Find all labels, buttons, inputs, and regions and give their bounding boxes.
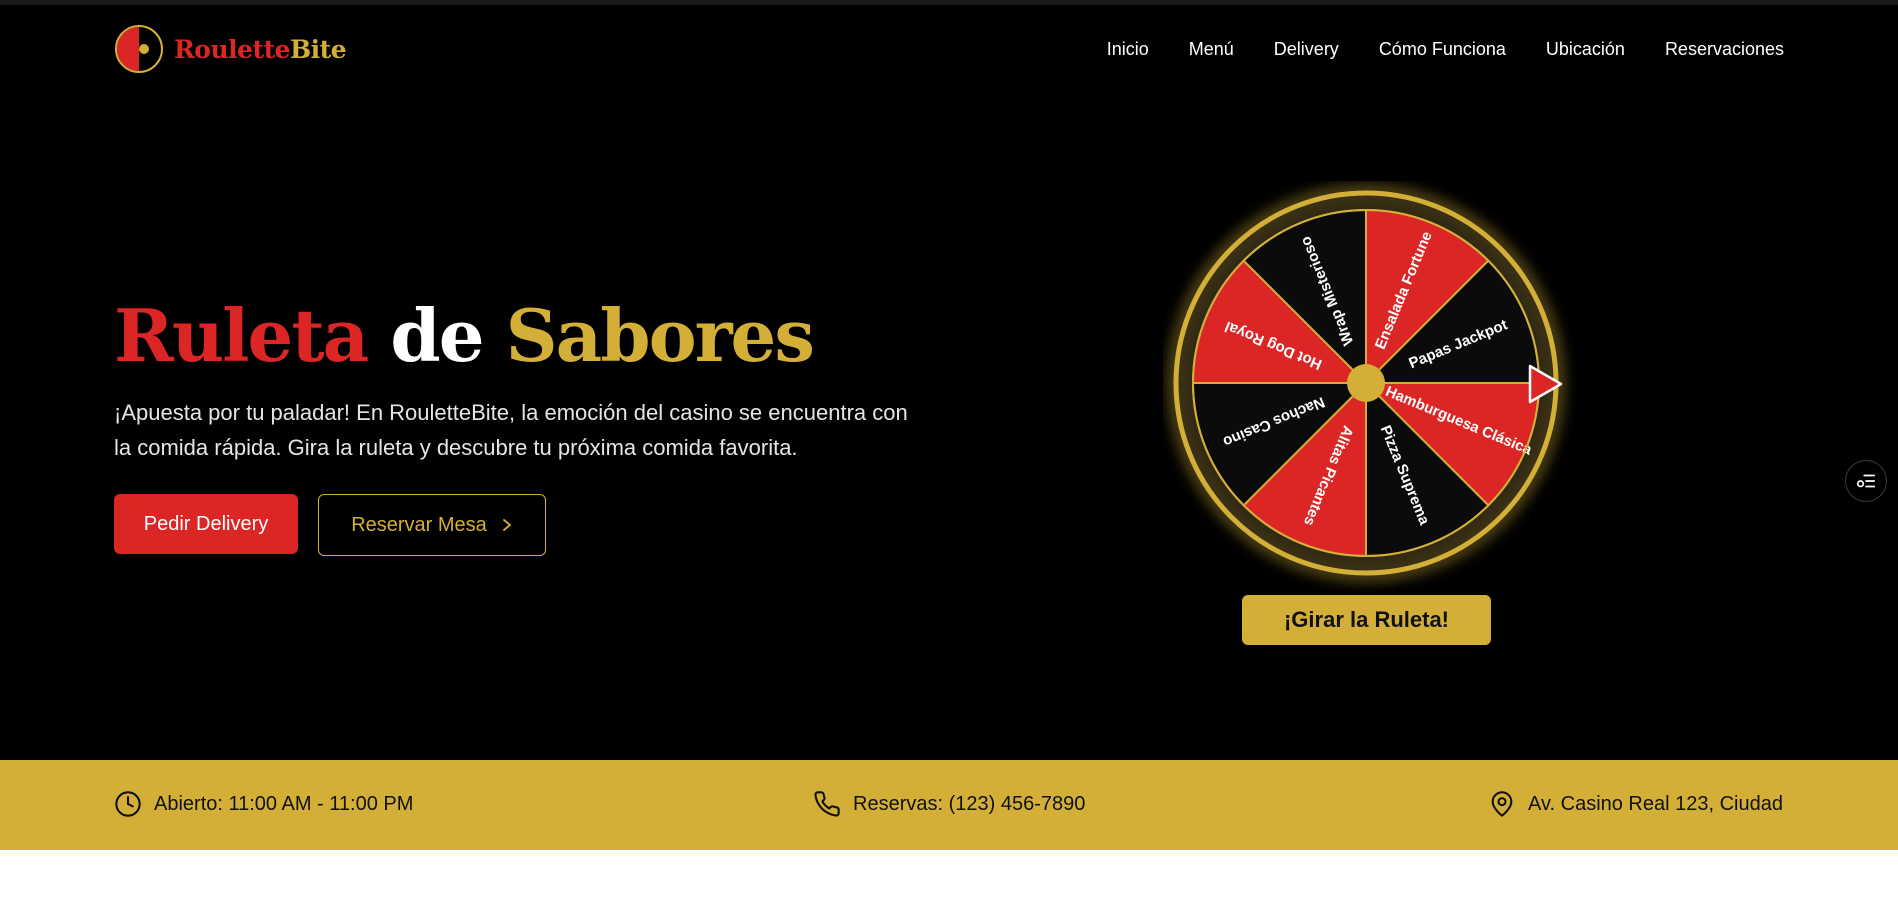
address-text: Av. Casino Real 123, Ciudad — [1528, 792, 1783, 815]
order-delivery-button[interactable]: Pedir Delivery — [114, 494, 298, 554]
info-bar: Abierto: 11:00 AM - 11:00 PM Reservas: (… — [0, 760, 1898, 850]
phone-text: Reservas: (123) 456-7890 — [853, 792, 1086, 815]
hero-title-word3: Sabores — [505, 293, 815, 378]
hero-title-word1: Ruleta — [114, 293, 369, 378]
hours-text: Abierto: 11:00 AM - 11:00 PM — [154, 792, 414, 815]
phone-info[interactable]: Reservas: (123) 456-7890 — [813, 790, 1085, 818]
brand-logo[interactable]: RouletteBite — [114, 24, 347, 74]
clock-icon — [115, 791, 141, 817]
roulette-logo-icon — [115, 25, 163, 73]
phone-icon — [814, 791, 840, 817]
main-nav: Inicio Menú Delivery Cómo Funciona Ubica… — [1107, 39, 1784, 60]
nav-item-ubicacion[interactable]: Ubicación — [1546, 39, 1625, 60]
nav-item-menu[interactable]: Menú — [1189, 39, 1234, 60]
reserve-table-button[interactable]: Reservar Mesa — [318, 494, 546, 556]
hero-title-word2: de — [390, 293, 484, 378]
nav-item-como-funciona[interactable]: Cómo Funciona — [1379, 39, 1506, 60]
hours-info: Abierto: 11:00 AM - 11:00 PM — [114, 790, 413, 818]
wheel-hub — [1347, 364, 1385, 402]
settings-list-icon — [1856, 474, 1876, 488]
brand-name-part1: Roulette — [174, 34, 291, 64]
nav-item-reservaciones[interactable]: Reservaciones — [1665, 39, 1784, 60]
brand-name-part2: Bite — [290, 34, 347, 64]
chevron-right-icon — [502, 519, 511, 531]
side-widget-button[interactable] — [1845, 460, 1887, 502]
reserve-table-label: Reservar Mesa — [351, 513, 487, 536]
roulette-wheel[interactable]: Ensalada FortunePapas JackpotHamburguesa… — [1163, 181, 1583, 601]
map-pin-icon — [1491, 791, 1513, 817]
address-info[interactable]: Av. Casino Real 123, Ciudad — [1488, 790, 1783, 818]
brand-name: RouletteBite — [174, 34, 347, 64]
nav-item-delivery[interactable]: Delivery — [1274, 39, 1339, 60]
hero-section: RouletteBite Inicio Menú Delivery Cómo F… — [0, 5, 1898, 760]
hero-description: ¡Apuesta por tu paladar! En RouletteBite… — [114, 400, 908, 460]
nav-item-inicio[interactable]: Inicio — [1107, 39, 1149, 60]
hero-title: Ruleta de Sabores — [114, 290, 815, 382]
spin-wheel-button[interactable]: ¡Girar la Ruleta! — [1242, 595, 1491, 645]
